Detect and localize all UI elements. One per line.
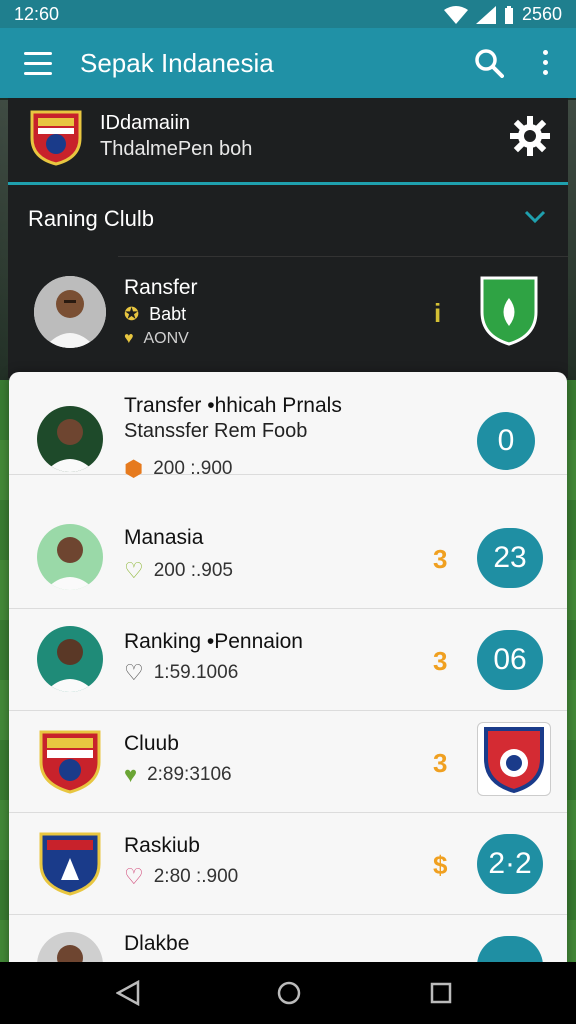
row-mark: 3 — [433, 646, 448, 676]
featured-row[interactable]: Ransfer ✪ Babt ♥ AONV i — [8, 258, 568, 368]
row-title: Cluub — [124, 732, 179, 755]
row-meta: ♡ 200 :.905 — [124, 558, 233, 584]
account-subtitle: ThdalmePen boh — [100, 138, 253, 160]
row-subtitle: Stanssfer Rem Foob — [124, 420, 308, 442]
row-mark: 3 — [433, 748, 448, 778]
featured-mark: i — [434, 298, 442, 328]
row-mark: $ — [433, 850, 448, 880]
more-options-icon[interactable] — [538, 50, 552, 78]
wifi-icon — [443, 5, 468, 24]
row-title: Manasia — [124, 526, 204, 549]
app-title: Sepak Indanesia — [80, 48, 274, 78]
heart-icon: ♡ — [124, 660, 144, 685]
menu-icon[interactable] — [24, 52, 52, 75]
club-crest-icon — [39, 832, 101, 896]
row-meta-text: 2:89:3106 — [147, 764, 232, 785]
search-icon[interactable] — [474, 48, 504, 78]
ranking-list: Transfer •hhicah Prnals Stanssfer Rem Fo… — [9, 372, 567, 992]
signal-icon — [475, 5, 496, 24]
row-title: Dlakbe — [124, 932, 190, 955]
trophy-icon: ✪ — [124, 304, 140, 324]
avatar — [37, 524, 103, 590]
score-badge: 23 — [477, 528, 543, 588]
avatar — [37, 626, 103, 692]
score-badge: 2·2 — [477, 834, 543, 894]
back-icon[interactable] — [116, 980, 140, 1006]
row-meta: ⬢ 200 :.900 — [124, 456, 232, 482]
featured-line-2: ♥ AONV — [124, 330, 189, 348]
battery-icon — [504, 5, 513, 24]
battery-text: 2560 — [521, 4, 562, 24]
header-panel: IDdamaiin ThdalmePen boh Raning Clulb Ra… — [8, 98, 568, 378]
row-title: Raskiub — [124, 834, 200, 857]
heart-icon: ♡ — [124, 864, 144, 889]
heart-icon: ♡ — [124, 558, 144, 583]
row-mark: 3 — [433, 544, 448, 574]
section-title: Raning Clulb — [28, 206, 154, 231]
status-time: 12:60 — [14, 4, 60, 24]
row-title: Transfer •hhicah Prnals — [124, 394, 342, 417]
avatar — [37, 406, 103, 472]
club-crest-icon — [39, 730, 101, 794]
list-item[interactable]: Transfer •hhicah Prnals Stanssfer Rem Fo… — [9, 372, 567, 481]
featured-name: Ransfer — [124, 276, 198, 299]
account-name: IDdamaiin — [100, 112, 191, 134]
gear-icon[interactable] — [508, 114, 552, 158]
divider — [118, 256, 568, 257]
heart-icon: ♥ — [124, 330, 134, 347]
list-item[interactable]: Ranking •Pennaion ♡ 1:59.1006 3 06 — [9, 608, 567, 711]
featured-line-1-text: Babt — [149, 304, 187, 324]
account-row[interactable]: IDdamaiin ThdalmePen boh — [8, 98, 568, 182]
club-crest-icon — [30, 110, 82, 166]
score-badge: 06 — [477, 630, 543, 690]
featured-line-2-text: AONV — [143, 330, 189, 347]
heart-icon: ♥ — [124, 762, 138, 787]
club-logo — [477, 722, 551, 796]
chevron-down-icon[interactable] — [524, 210, 546, 224]
flame-icon: ⬢ — [124, 456, 144, 481]
row-meta-text: 1:59.1006 — [153, 662, 239, 683]
row-meta-text: 200 :.905 — [153, 560, 233, 581]
app-bar: Sepak Indanesia — [0, 28, 576, 98]
row-title: Ranking •Pennaion — [124, 630, 303, 653]
list-item[interactable]: Manasia ♡ 200 :.905 3 23 — [9, 506, 567, 609]
green-club-badge-icon — [480, 276, 538, 346]
accent-divider — [8, 182, 568, 185]
recent-apps-icon[interactable] — [430, 982, 452, 1004]
list-item[interactable]: Cluub ♥ 2:89:3106 3 — [9, 710, 567, 813]
avatar — [34, 276, 106, 348]
navigation-bar — [0, 962, 576, 1024]
list-item[interactable]: Raskiub ♡ 2:80 :.900 $ 2·2 — [9, 812, 567, 915]
home-icon[interactable] — [276, 980, 302, 1006]
row-meta: ♡ 1:59.1006 — [124, 660, 238, 686]
row-meta-text: 2:80 :.900 — [153, 866, 239, 887]
featured-line-1: ✪ Babt — [124, 304, 186, 325]
row-meta-text: 200 :.900 — [153, 458, 233, 479]
status-bar: 12:60 2560 — [0, 0, 576, 28]
row-meta: ♡ 2:80 :.900 — [124, 864, 238, 890]
status-icons: 2560 — [443, 4, 562, 25]
row-meta: ♥ 2:89:3106 — [124, 762, 232, 788]
score-badge: 0 — [477, 412, 535, 470]
